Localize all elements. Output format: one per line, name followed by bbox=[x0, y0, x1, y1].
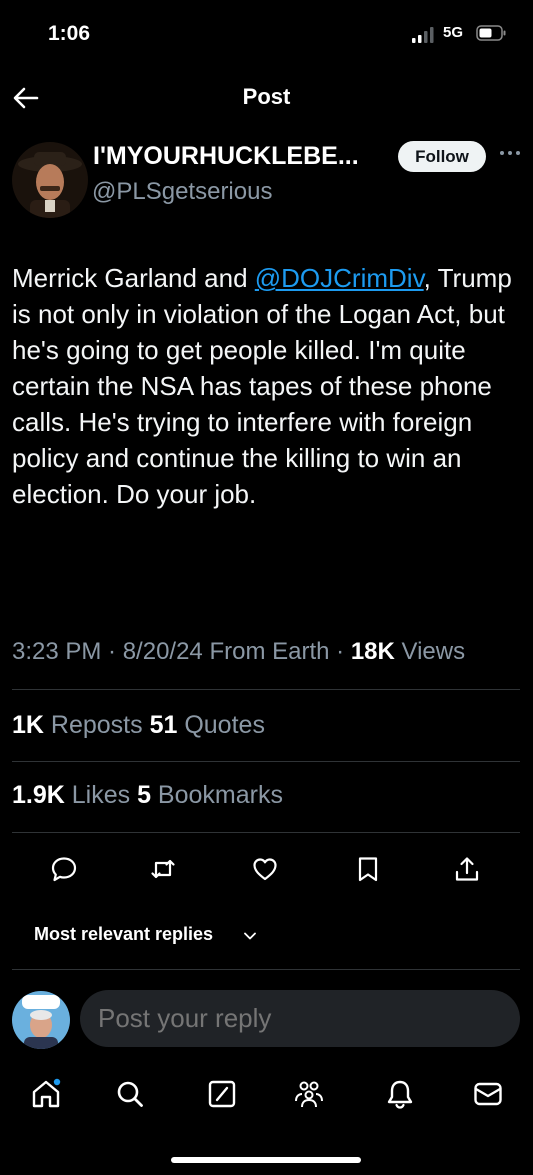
replies-sort-dropdown[interactable]: Most relevant replies bbox=[34, 924, 213, 945]
views-count: 18K bbox=[350, 638, 395, 665]
author-display-name[interactable]: I'MYOURHUCKLEBE... bbox=[93, 142, 359, 171]
avatar-image bbox=[12, 142, 88, 218]
reposts-count[interactable]: 1K bbox=[12, 711, 44, 739]
divider bbox=[12, 832, 520, 833]
signal-icon bbox=[412, 27, 434, 43]
status-time: 1:06 bbox=[48, 22, 91, 45]
timestamp[interactable]: 3:23 PM · 8/20/24 From Earth · bbox=[12, 638, 351, 665]
reposts-label[interactable]: Reposts bbox=[44, 711, 150, 739]
like-icon[interactable] bbox=[251, 855, 279, 883]
divider bbox=[12, 761, 520, 762]
post-header: Post bbox=[0, 70, 533, 125]
reply-input[interactable] bbox=[80, 990, 520, 1047]
tweet-meta: 3:23 PM · 8/20/24 From Earth · 18K Views bbox=[12, 638, 465, 666]
home-indicator[interactable] bbox=[171, 1157, 361, 1163]
likes-count[interactable]: 1.9K bbox=[12, 781, 65, 809]
quotes-label[interactable]: Quotes bbox=[177, 711, 265, 739]
status-bar: 1:06 5G bbox=[0, 0, 533, 70]
communities-icon[interactable] bbox=[293, 1078, 325, 1110]
grok-icon[interactable] bbox=[206, 1078, 238, 1110]
views-label: Views bbox=[394, 638, 466, 665]
battery-icon bbox=[476, 25, 506, 41]
repost-icon[interactable] bbox=[149, 855, 177, 883]
divider bbox=[12, 689, 520, 690]
likes-label[interactable]: Likes bbox=[65, 781, 137, 809]
divider bbox=[12, 969, 520, 970]
reply-icon[interactable] bbox=[50, 855, 78, 883]
author-handle[interactable]: @PLSgetserious bbox=[92, 178, 272, 206]
tweet-text-part: , Trump is not only in violation of the … bbox=[12, 263, 512, 509]
share-icon[interactable] bbox=[453, 855, 481, 883]
network-label: 5G bbox=[443, 24, 464, 41]
notifications-icon[interactable] bbox=[384, 1078, 416, 1110]
avatar-image bbox=[12, 991, 70, 1049]
home-icon[interactable] bbox=[30, 1078, 62, 1110]
follow-button[interactable]: Follow bbox=[398, 141, 486, 172]
likes-bookmarks-row: 1.9K Likes 5 Bookmarks bbox=[12, 781, 283, 810]
author-avatar[interactable] bbox=[12, 142, 88, 218]
bookmark-icon[interactable] bbox=[354, 855, 382, 883]
chevron-down-icon[interactable] bbox=[243, 931, 257, 941]
search-icon[interactable] bbox=[114, 1078, 146, 1110]
messages-icon[interactable] bbox=[472, 1078, 504, 1110]
tweet-text: Merrick Garland and @DOJCrimDiv, Trump i… bbox=[12, 260, 522, 512]
more-options-icon[interactable] bbox=[498, 146, 522, 160]
quotes-count[interactable]: 51 bbox=[150, 711, 178, 739]
mention-link[interactable]: @DOJCrimDiv bbox=[255, 263, 424, 293]
tweet-text-part: Merrick Garland and bbox=[12, 263, 255, 293]
user-avatar[interactable] bbox=[12, 991, 70, 1049]
bookmarks-label: Bookmarks bbox=[150, 781, 283, 809]
page-title: Post bbox=[242, 84, 291, 109]
bookmarks-count: 5 bbox=[137, 781, 151, 809]
reposts-quotes-row: 1K Reposts 51 Quotes bbox=[12, 711, 265, 740]
